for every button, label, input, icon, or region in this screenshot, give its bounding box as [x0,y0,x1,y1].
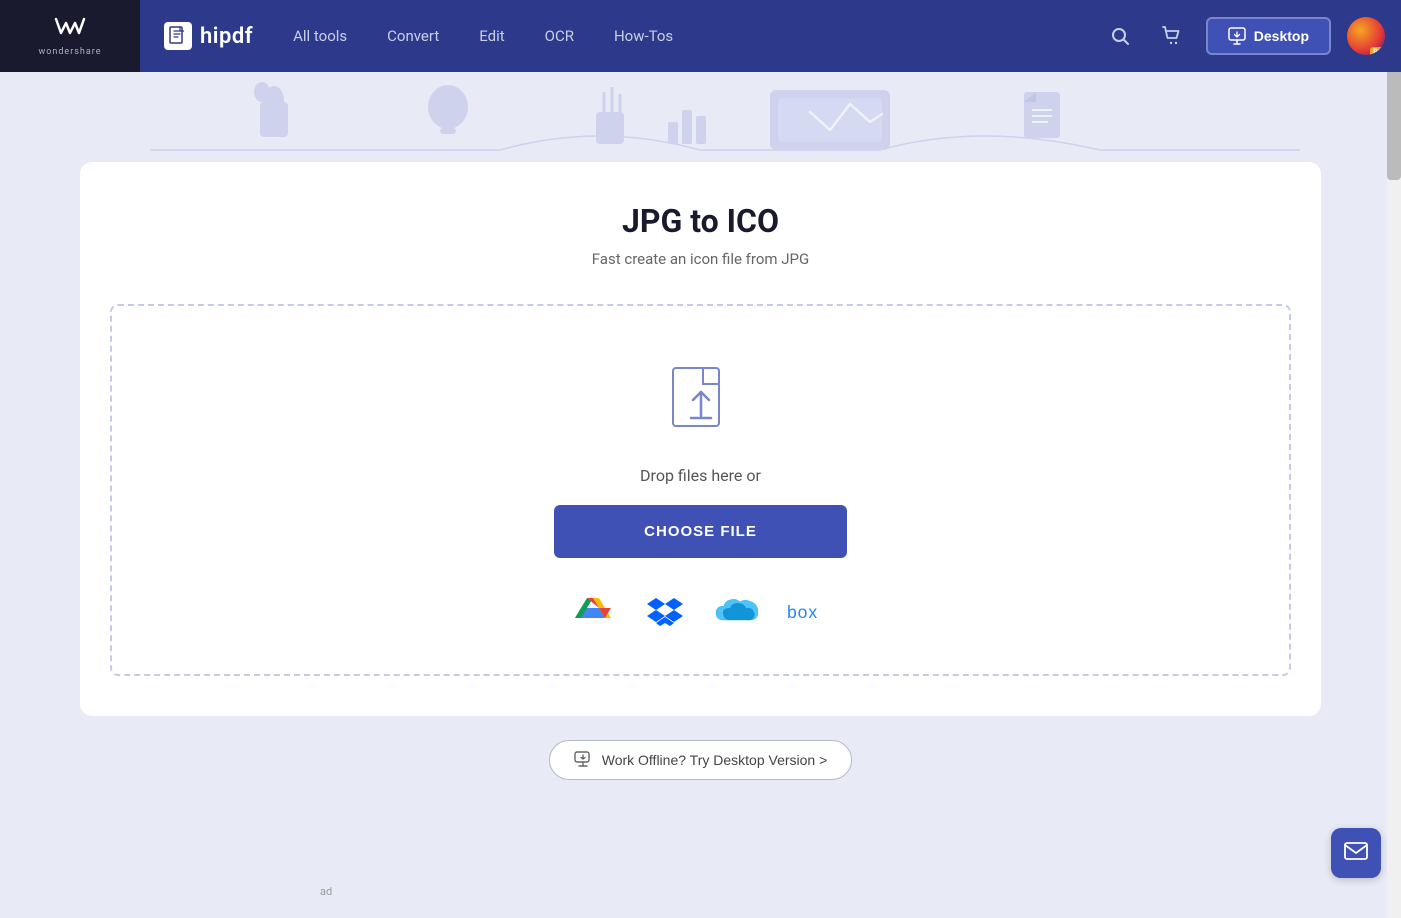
hipdf-brand[interactable]: hipdf [140,22,277,50]
email-icon [1344,841,1368,865]
navbar-actions: Desktop Pro [1102,17,1401,55]
upload-icon-wrap [665,366,737,446]
google-drive-button[interactable] [571,590,615,634]
desktop-version-icon [574,751,592,769]
ws-icon [52,15,88,45]
navbar: wondershare hipdf All tools Convert Edit… [0,0,1401,72]
user-avatar[interactable]: Pro [1347,17,1385,55]
nav-all-tools[interactable]: All tools [277,19,363,53]
dropbox-button[interactable] [643,590,687,634]
svg-text:box: box [787,602,818,622]
search-button[interactable] [1102,18,1138,54]
tool-card: JPG to ICO Fast create an icon file from… [80,162,1321,716]
desktop-version-button[interactable]: Work Offline? Try Desktop Version > [549,740,853,780]
dropzone[interactable]: Drop files here or CHOOSE FILE [110,304,1291,676]
drop-text: Drop files here or [640,466,761,485]
brand-name: hipdf [200,24,253,49]
hero-background [0,72,1401,162]
ws-text: wondershare [38,47,101,57]
desktop-button[interactable]: Desktop [1206,17,1331,55]
tool-title: JPG to ICO [110,202,1291,240]
nav-ocr[interactable]: OCR [529,19,590,53]
nav-how-tos[interactable]: How-Tos [598,19,689,53]
wondershare-logo[interactable]: wondershare [0,0,140,72]
ad-label: ad [320,885,332,898]
nav-edit[interactable]: Edit [463,19,520,53]
nav-convert[interactable]: Convert [371,19,455,53]
tool-subtitle: Fast create an icon file from JPG [110,250,1291,268]
cloud-storage-icons: box [571,590,831,634]
choose-file-button[interactable]: CHOOSE FILE [554,505,847,558]
offline-btn-text: Work Offline? Try Desktop Version > [602,752,828,768]
desktop-btn-label: Desktop [1254,28,1309,44]
offline-banner: Work Offline? Try Desktop Version > [0,740,1401,780]
pro-badge: Pro [1370,47,1385,55]
box-button[interactable]: box [787,590,831,634]
hero-illustration [0,72,1401,162]
scrollbar-track[interactable] [1387,0,1401,918]
email-fab-button[interactable] [1331,828,1381,878]
cart-button[interactable] [1154,18,1190,54]
nav-menu: All tools Convert Edit OCR How-Tos [277,19,1102,53]
upload-icon [665,366,737,446]
onedrive-button[interactable] [715,590,759,634]
brand-icon [164,22,192,50]
